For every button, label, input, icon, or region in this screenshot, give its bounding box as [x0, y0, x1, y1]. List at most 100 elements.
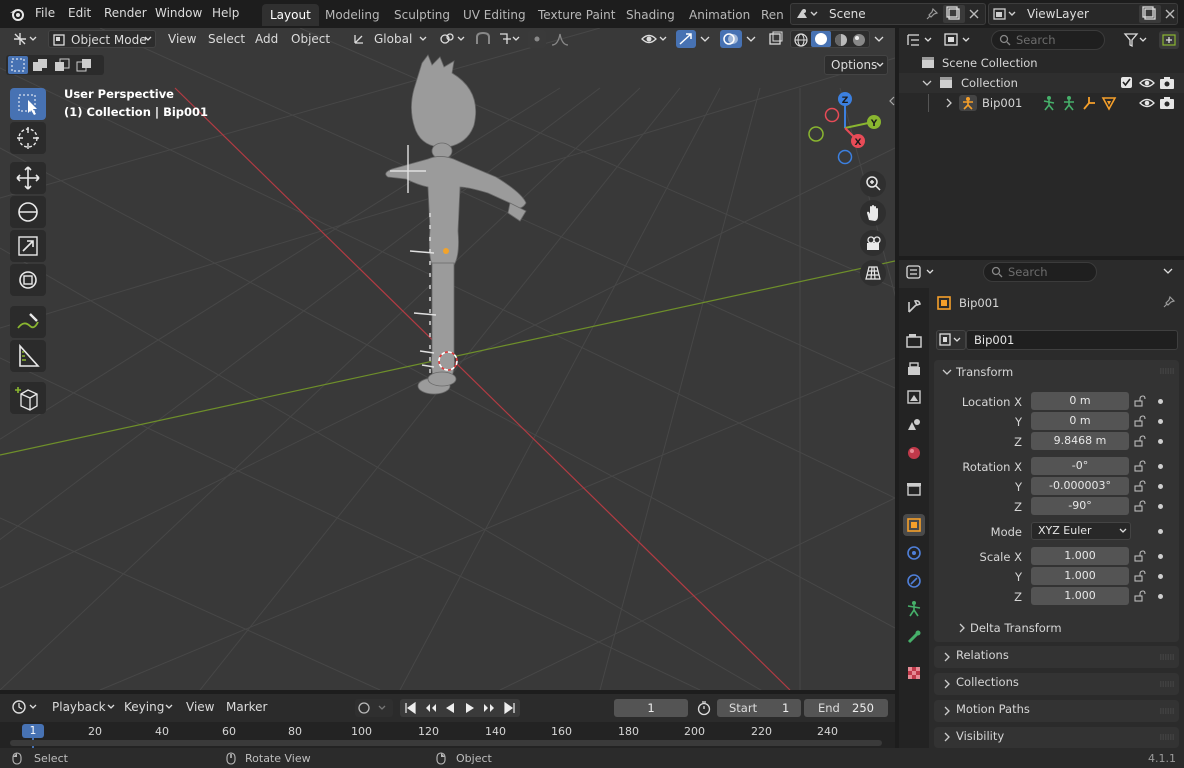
playhead[interactable]: 1 [22, 724, 44, 738]
chevron-right-icon[interactable] [956, 622, 968, 634]
object-datablock-icon[interactable] [936, 330, 966, 350]
proportional-edit-icon[interactable] [528, 30, 546, 48]
3d-viewport[interactable]: Object Mode View Select Add Object Globa… [0, 28, 895, 690]
chevron-right-icon[interactable] [941, 705, 953, 717]
chevron-right-icon[interactable] [941, 678, 953, 690]
location-y-field[interactable]: 0 m [1031, 412, 1129, 430]
playback-menu[interactable]: Playback [44, 698, 116, 716]
gizmo-toggle-icon[interactable] [676, 30, 696, 48]
rotation-y-field[interactable]: -0.000003° [1031, 477, 1129, 495]
timeline-editor-icon[interactable] [10, 698, 40, 716]
tab-texture-paint[interactable]: Texture Paint [530, 4, 623, 26]
menu-object[interactable]: Object [291, 30, 330, 48]
sidebar-toggle-icon[interactable] [888, 96, 895, 106]
options-button[interactable]: Options [824, 55, 888, 75]
menu-select[interactable]: Select [208, 30, 245, 48]
chevron-down-icon[interactable] [1161, 264, 1175, 278]
cursor-tool[interactable] [10, 122, 46, 154]
wireframe-shading-icon[interactable] [793, 32, 809, 48]
xray-toggle-icon[interactable] [766, 30, 786, 48]
rendered-shading-icon[interactable] [851, 32, 867, 48]
auto-keying-icon[interactable] [355, 699, 393, 717]
transform-orientation-selector[interactable]: Global [350, 30, 430, 48]
render-camera-icon[interactable] [1159, 96, 1175, 110]
view-layer-selector[interactable]: ViewLayer [988, 3, 1178, 25]
transform-tool[interactable] [10, 264, 46, 296]
select-box-tool[interactable] [10, 88, 46, 120]
scene-tab-icon[interactable] [903, 414, 925, 436]
rotation-z-field[interactable]: -90° [1031, 497, 1129, 515]
motion-paths-panel-header[interactable]: Motion Paths [956, 702, 1030, 716]
tab-rendering[interactable]: Rend [753, 4, 783, 26]
camera-view-icon[interactable] [860, 230, 886, 256]
object-tab-icon[interactable] [903, 514, 925, 536]
keying-menu[interactable]: Keying [118, 698, 176, 716]
texture-tab-icon[interactable] [903, 662, 925, 684]
collections-panel-header[interactable]: Collections [956, 675, 1019, 689]
display-mode-icon[interactable] [943, 31, 975, 49]
rotation-mode-select[interactable]: XYZ Euler [1031, 522, 1131, 540]
bone-constraint-icon[interactable] [1081, 95, 1097, 111]
properties-editor-icon[interactable] [905, 263, 939, 281]
current-frame-field[interactable]: 1 [614, 699, 688, 717]
keyframe-dot[interactable] [1158, 439, 1163, 444]
jump-end-icon[interactable] [502, 700, 518, 716]
3d-cursor-icon[interactable] [434, 347, 462, 375]
keyframe-dot[interactable] [1158, 419, 1163, 424]
exclude-checkbox[interactable] [1121, 77, 1132, 88]
start-frame-field[interactable]: Start 1 [717, 699, 801, 717]
marker-menu[interactable]: Marker [226, 698, 267, 716]
pose-icon[interactable] [1041, 95, 1057, 111]
zoom-icon[interactable] [860, 171, 886, 197]
relations-panel-header[interactable]: Relations [956, 648, 1009, 662]
play-icon[interactable] [462, 700, 478, 716]
menu-file[interactable]: File [35, 6, 55, 20]
rotation-x-field[interactable]: -0° [1031, 457, 1129, 475]
keyframe-dot[interactable] [1158, 594, 1163, 599]
lock-icon[interactable] [1134, 480, 1146, 492]
annotate-tool[interactable] [10, 306, 46, 338]
navigation-gizmo[interactable]: Z Y X [800, 88, 890, 168]
lock-icon[interactable] [1134, 500, 1146, 512]
physics-tab-icon[interactable] [903, 542, 925, 564]
lock-icon[interactable] [1134, 395, 1146, 407]
outliner-row-scene-collection[interactable]: Scene Collection [899, 53, 1184, 73]
outliner-search-input[interactable]: Search [991, 30, 1105, 50]
new-scene-icon[interactable] [943, 5, 965, 23]
armature-data-icon[interactable] [1061, 95, 1077, 111]
drag-handle-icon[interactable] [1160, 708, 1174, 714]
view-layer-tab-icon[interactable] [903, 386, 925, 408]
chevron-down-icon[interactable] [941, 366, 953, 378]
object-data-tab-icon[interactable] [903, 598, 925, 620]
snap-target-icon[interactable] [497, 30, 523, 48]
drag-handle-icon[interactable] [1160, 368, 1174, 374]
chevron-down-icon[interactable] [698, 30, 712, 48]
chevron-down-icon[interactable] [744, 30, 758, 48]
render-tab-icon[interactable] [903, 330, 925, 352]
jump-keyframe-back-icon[interactable] [422, 700, 438, 716]
keyframe-dot[interactable] [1158, 464, 1163, 469]
lock-icon[interactable] [1134, 550, 1146, 562]
menu-render[interactable]: Render [104, 6, 147, 20]
overlays-toggle-icon[interactable] [720, 30, 742, 48]
scale-y-field[interactable]: 1.000 [1031, 567, 1129, 585]
end-frame-field[interactable]: End 250 [804, 699, 888, 717]
timeline-scrollbar[interactable] [10, 740, 882, 746]
select-invert-icon[interactable] [74, 56, 94, 74]
tab-sculpting[interactable]: Sculpting [386, 4, 458, 26]
menu-add[interactable]: Add [255, 30, 278, 48]
collection-tab-icon[interactable] [903, 478, 925, 500]
location-x-field[interactable]: 0 m [1031, 392, 1129, 410]
timeline-view-menu[interactable]: View [186, 698, 214, 716]
measure-tool[interactable] [10, 340, 46, 372]
drag-handle-icon[interactable] [1160, 734, 1174, 740]
keyframe-dot[interactable] [1158, 399, 1163, 404]
perspective-toggle-icon[interactable] [860, 260, 886, 286]
lock-icon[interactable] [1134, 435, 1146, 447]
constraints-tab-icon[interactable] [903, 570, 925, 592]
tab-modeling[interactable]: Modeling [317, 4, 388, 26]
tab-layout[interactable]: Layout [262, 4, 319, 26]
pin-icon[interactable] [925, 7, 939, 21]
chevron-down-icon[interactable] [872, 30, 886, 48]
falloff-icon[interactable] [550, 30, 576, 48]
